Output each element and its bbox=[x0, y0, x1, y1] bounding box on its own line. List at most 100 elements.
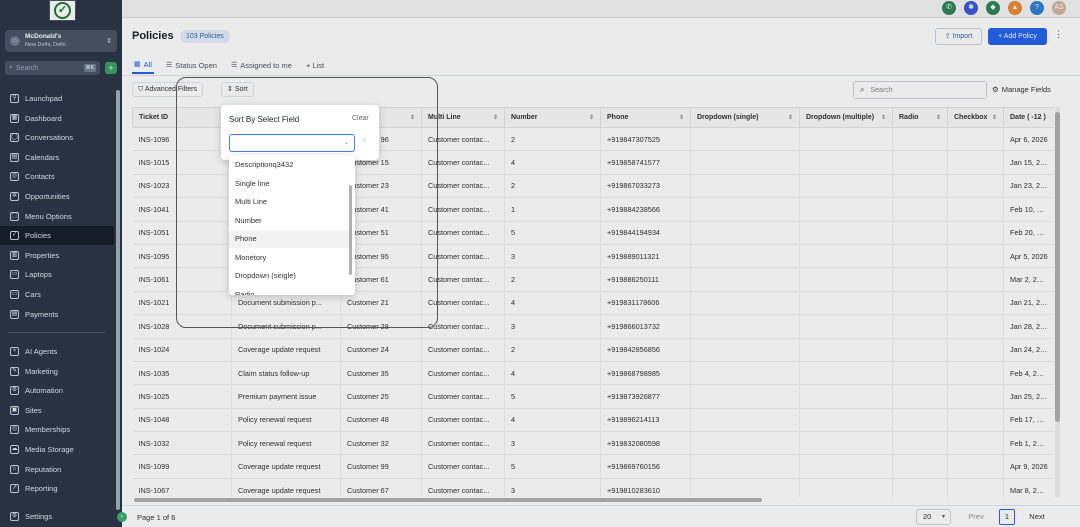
sidebar-item-reporting[interactable]: ↗ Reporting bbox=[0, 479, 114, 498]
sidebar-scrollbar[interactable] bbox=[116, 90, 120, 510]
column-header-label: Ticket ID bbox=[139, 114, 169, 121]
sidebar-search-input[interactable]: ⌕ Search ⌘K bbox=[5, 61, 100, 75]
collapse-sidebar-button[interactable]: ‹ bbox=[117, 512, 127, 522]
phone-icon[interactable]: ✆ bbox=[942, 1, 956, 15]
table-horizontal-scrollbar[interactable] bbox=[134, 498, 762, 502]
bell-icon[interactable]: ▲ bbox=[1008, 1, 1022, 15]
column-sort-icon[interactable]: ⇕ bbox=[992, 114, 997, 121]
sidebar-item-cars[interactable]: ▭ Cars bbox=[0, 285, 114, 304]
table-row[interactable]: INS-1099 Coverage update request Customer … bbox=[132, 454, 1054, 479]
per-page-select[interactable]: 20 ▾ bbox=[916, 509, 951, 525]
column-header[interactable]: Date ( -12 ) bbox=[1003, 107, 1054, 128]
sidebar-item-calendars[interactable]: ▤ Calendars bbox=[0, 148, 114, 167]
column-sort-icon[interactable]: ⇕ bbox=[493, 114, 498, 121]
location-switcher[interactable]: ⌂ McDonald's New Delhi, Delhi ⇕ bbox=[5, 30, 117, 52]
table-cell bbox=[690, 431, 800, 456]
table-row[interactable]: INS-1048 Policy renewal request Customer 4… bbox=[132, 408, 1054, 433]
table-row[interactable]: INS-1035 Claim status follow-up Customer 3… bbox=[132, 361, 1054, 386]
tab-add-list[interactable]: + List bbox=[304, 56, 326, 74]
table-cell: INS-1099 bbox=[132, 454, 232, 479]
sidebar-item-conversations[interactable]: ◯ Conversations bbox=[0, 128, 114, 147]
tab-label: Status Open bbox=[175, 60, 217, 70]
column-header-label: Radio bbox=[899, 114, 919, 121]
prev-page-button[interactable]: Prev bbox=[958, 509, 994, 525]
table-row[interactable]: INS-1025 Premium payment issue Customer 25… bbox=[132, 384, 1054, 409]
page-1-button[interactable]: 1 bbox=[999, 509, 1015, 525]
manage-fields-button[interactable]: ⚙ Manage Fields bbox=[992, 85, 1051, 94]
column-header[interactable]: Checkbox ⇕ bbox=[947, 107, 1004, 128]
column-sort-icon[interactable]: ⇕ bbox=[679, 114, 684, 121]
table-search-input[interactable]: ⌕ Search bbox=[853, 81, 987, 99]
column-header[interactable]: Number ⇕ bbox=[504, 107, 601, 128]
sidebar-item-dashboard[interactable]: ▦ Dashboard bbox=[0, 109, 114, 128]
help-icon[interactable]: ? bbox=[1030, 1, 1044, 15]
sidebar-item-policies[interactable]: ✓ Policies bbox=[0, 226, 114, 246]
megaphone-icon[interactable]: ◆ bbox=[986, 1, 1000, 15]
sidebar-item-marketing[interactable]: ✎ Marketing bbox=[0, 362, 114, 381]
network-icon[interactable]: ✱ bbox=[964, 1, 978, 15]
column-header[interactable]: Phone ⇕ bbox=[600, 107, 691, 128]
sort-option-phone[interactable]: Phone bbox=[229, 230, 349, 248]
tabs-divider bbox=[122, 75, 1080, 76]
sort-option-dropdown-single[interactable]: Dropdown (single) bbox=[229, 267, 349, 285]
sort-option-radio[interactable]: Radio bbox=[229, 286, 349, 296]
table-cell: Customer 48 bbox=[340, 408, 422, 433]
sidebar-item-sites[interactable]: ▣ Sites bbox=[0, 401, 114, 420]
sort-option-number[interactable]: Number bbox=[229, 212, 349, 230]
column-header[interactable]: Radio ⇕ bbox=[892, 107, 948, 128]
table-vertical-scrollbar[interactable] bbox=[1055, 112, 1060, 422]
sidebar-item-reputation[interactable]: ☆ Reputation bbox=[0, 460, 114, 479]
table-cell bbox=[690, 361, 800, 386]
table-cell: 4 bbox=[504, 150, 601, 175]
table-cell bbox=[947, 291, 1004, 316]
table-cell bbox=[799, 431, 893, 456]
tab-all[interactable]: ▦ All bbox=[132, 56, 154, 74]
dropdown-scrollbar[interactable] bbox=[349, 185, 352, 275]
app-logo[interactable]: ✓ bbox=[49, 0, 76, 21]
user-avatar[interactable]: AS bbox=[1052, 1, 1066, 15]
sidebar-item-opportunities[interactable]: ✲ Opportunities bbox=[0, 187, 114, 206]
sidebar-item-laptops[interactable]: ▭ Laptops bbox=[0, 265, 114, 284]
table-row[interactable]: INS-1024 Coverage update request Customer … bbox=[132, 338, 1054, 362]
sort-popover-title: Sort By Select Field bbox=[229, 115, 300, 124]
sidebar-item-contacts[interactable]: ◎ Contacts bbox=[0, 167, 114, 186]
column-header[interactable]: Dropdown (single) ⇕ bbox=[690, 107, 800, 128]
column-header[interactable]: Dropdown (multiple) ⇕ bbox=[799, 107, 893, 128]
sort-field-select[interactable]: ⌄ bbox=[229, 134, 355, 152]
sort-clear-button[interactable]: Clear bbox=[352, 115, 369, 122]
sidebar-item-settings[interactable]: ⚙ Settings bbox=[0, 507, 114, 526]
column-sort-icon[interactable]: ⇕ bbox=[881, 114, 886, 121]
sidebar-item-menu-options[interactable]: ⬚ Menu Options bbox=[0, 207, 114, 226]
page-title: Policies bbox=[132, 30, 174, 42]
table-cell bbox=[799, 221, 893, 245]
sidebar-item-media-storage[interactable]: ☁ Media Storage bbox=[0, 440, 114, 459]
sort-option-multi-line[interactable]: Multi Line bbox=[229, 193, 349, 211]
sort-option-descriptionq3432[interactable]: Descriptionq3432 bbox=[229, 156, 349, 174]
table-cell: 5 bbox=[504, 221, 601, 245]
quick-add-button[interactable]: + bbox=[105, 62, 117, 74]
sidebar-item-automation[interactable]: ⚙ Automation bbox=[0, 381, 114, 400]
sort-option-monetory[interactable]: Monetory bbox=[229, 249, 349, 267]
import-button[interactable]: ⇪ Import bbox=[935, 28, 982, 45]
table-cell: +919869760156 bbox=[600, 454, 691, 479]
sidebar-item-ai-agents[interactable]: ✧ AI Agents bbox=[0, 342, 114, 361]
tab-assigned-to-me[interactable]: ☰ Assigned to me bbox=[229, 56, 294, 74]
sort-direction-arrow-icon[interactable]: ↑ bbox=[362, 136, 366, 145]
table-row[interactable]: INS-1067 Coverage update request Customer … bbox=[132, 478, 1054, 497]
table-cell bbox=[947, 221, 1004, 245]
table-cell bbox=[799, 150, 893, 175]
sidebar-item-memberships[interactable]: ◎ Memberships bbox=[0, 420, 114, 439]
table-cell: Customer contac... bbox=[421, 478, 505, 497]
add-policy-button[interactable]: + Add Policy bbox=[988, 28, 1047, 45]
column-sort-icon[interactable]: ⇕ bbox=[936, 114, 941, 121]
next-page-button[interactable]: Next bbox=[1020, 509, 1054, 525]
column-sort-icon[interactable]: ⇕ bbox=[589, 114, 594, 121]
sidebar-item-payments[interactable]: ▤ Payments bbox=[0, 305, 114, 324]
table-row[interactable]: INS-1032 Policy renewal request Customer 3… bbox=[132, 431, 1054, 456]
sidebar-item-properties[interactable]: ▥ Properties bbox=[0, 246, 114, 265]
column-sort-icon[interactable]: ⇕ bbox=[788, 114, 793, 121]
more-options-icon[interactable]: ⋮ bbox=[1054, 29, 1063, 40]
sidebar-item-launchpad[interactable]: ⚲ Launchpad bbox=[0, 89, 114, 108]
sort-option-single-line[interactable]: Single line bbox=[229, 175, 349, 193]
tab-status-open[interactable]: ☰ Status Open bbox=[164, 56, 219, 74]
